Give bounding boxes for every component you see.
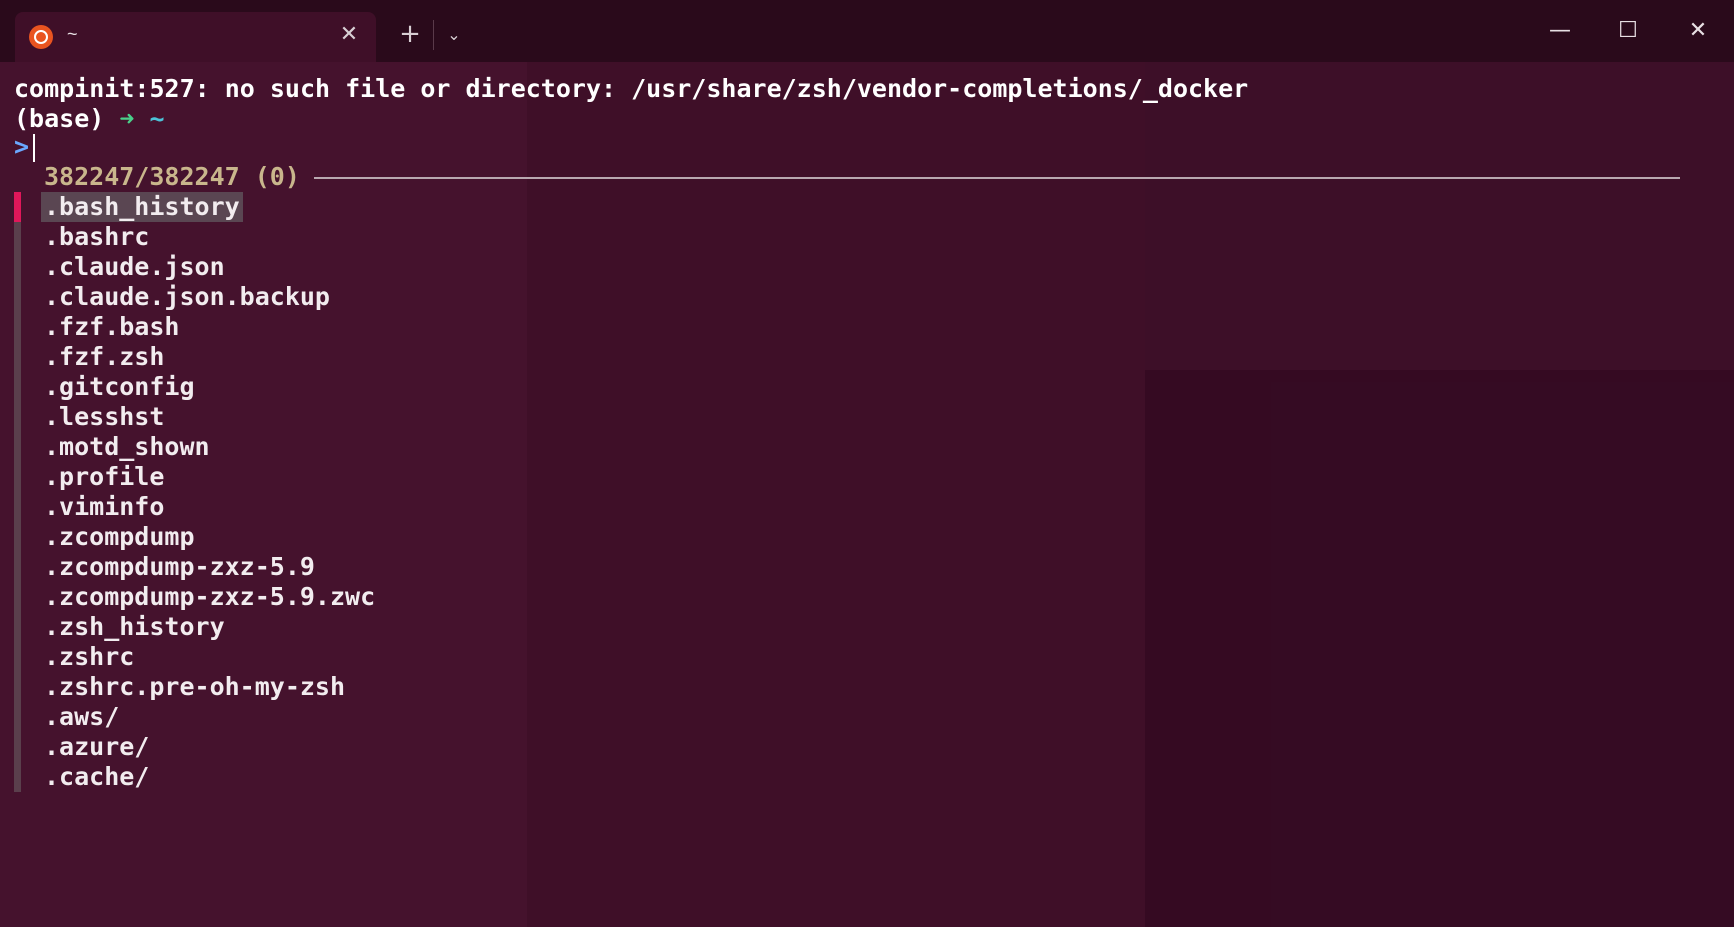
result-item[interactable]: .zcompdump-zxz-5.9 — [44, 552, 315, 582]
chevron-down-icon[interactable]: ⌄ — [440, 22, 468, 48]
result-item[interactable]: .viminfo — [44, 492, 164, 522]
result-item[interactable]: .claude.json.backup — [44, 282, 330, 312]
new-tab-button[interactable]: + — [396, 20, 424, 48]
terminal-pane[interactable]: compinit:527: no such file or directory:… — [0, 62, 1734, 927]
results-gutter — [14, 192, 21, 792]
match-count: 382247/382247 (0) — [44, 162, 300, 191]
result-item-selected[interactable]: .bash_history — [41, 192, 243, 222]
prompt-arrow-icon: ➜ — [119, 104, 135, 133]
result-item[interactable]: .cache/ — [44, 762, 149, 792]
prompt-dir: ~ — [149, 104, 165, 133]
result-item[interactable]: .lesshst — [44, 402, 164, 432]
selection-marker — [14, 192, 21, 222]
result-item[interactable]: .gitconfig — [44, 372, 195, 402]
result-item[interactable]: .fzf.bash — [44, 312, 179, 342]
result-item[interactable]: .zsh_history — [44, 612, 225, 642]
fzf-prompt-caret: > — [14, 132, 30, 161]
result-item[interactable]: .bashrc — [44, 222, 149, 252]
minimize-button[interactable]: — — [1532, 12, 1588, 50]
close-button[interactable]: ✕ — [1670, 12, 1726, 50]
result-item[interactable]: .aws/ — [44, 702, 119, 732]
count-divider — [314, 177, 1680, 179]
error-line: compinit:527: no such file or directory:… — [14, 74, 1249, 103]
result-item[interactable]: .claude.json — [44, 252, 225, 282]
result-item[interactable]: .zcompdump-zxz-5.9.zwc — [44, 582, 375, 612]
result-item[interactable]: .fzf.zsh — [44, 342, 164, 372]
text-cursor — [33, 134, 36, 162]
result-item[interactable]: .zshrc — [44, 642, 134, 672]
result-item[interactable]: .profile — [44, 462, 164, 492]
terminal-window: ~ ✕ + ⌄ — ☐ ✕ compinit:527: no such file… — [0, 0, 1734, 927]
ubuntu-logo-icon — [29, 25, 53, 49]
tab-home[interactable]: ~ ✕ — [15, 12, 376, 62]
result-item[interactable]: .zcompdump — [44, 522, 195, 552]
maximize-button[interactable]: ☐ — [1600, 12, 1656, 50]
tab-divider — [433, 20, 434, 50]
tab-close-icon[interactable]: ✕ — [336, 22, 362, 48]
result-item[interactable]: .azure/ — [44, 732, 149, 762]
result-item[interactable]: .motd_shown — [44, 432, 210, 462]
tab-title: ~ — [67, 24, 78, 44]
fzf-input-line[interactable]: > — [14, 132, 36, 162]
prompt-env: (base) — [14, 104, 105, 133]
title-bar: ~ ✕ + ⌄ — ☐ ✕ — [0, 0, 1734, 62]
prompt-line: (base) ➜ ~ — [14, 104, 165, 134]
result-item[interactable]: .zshrc.pre-oh-my-zsh — [44, 672, 345, 702]
